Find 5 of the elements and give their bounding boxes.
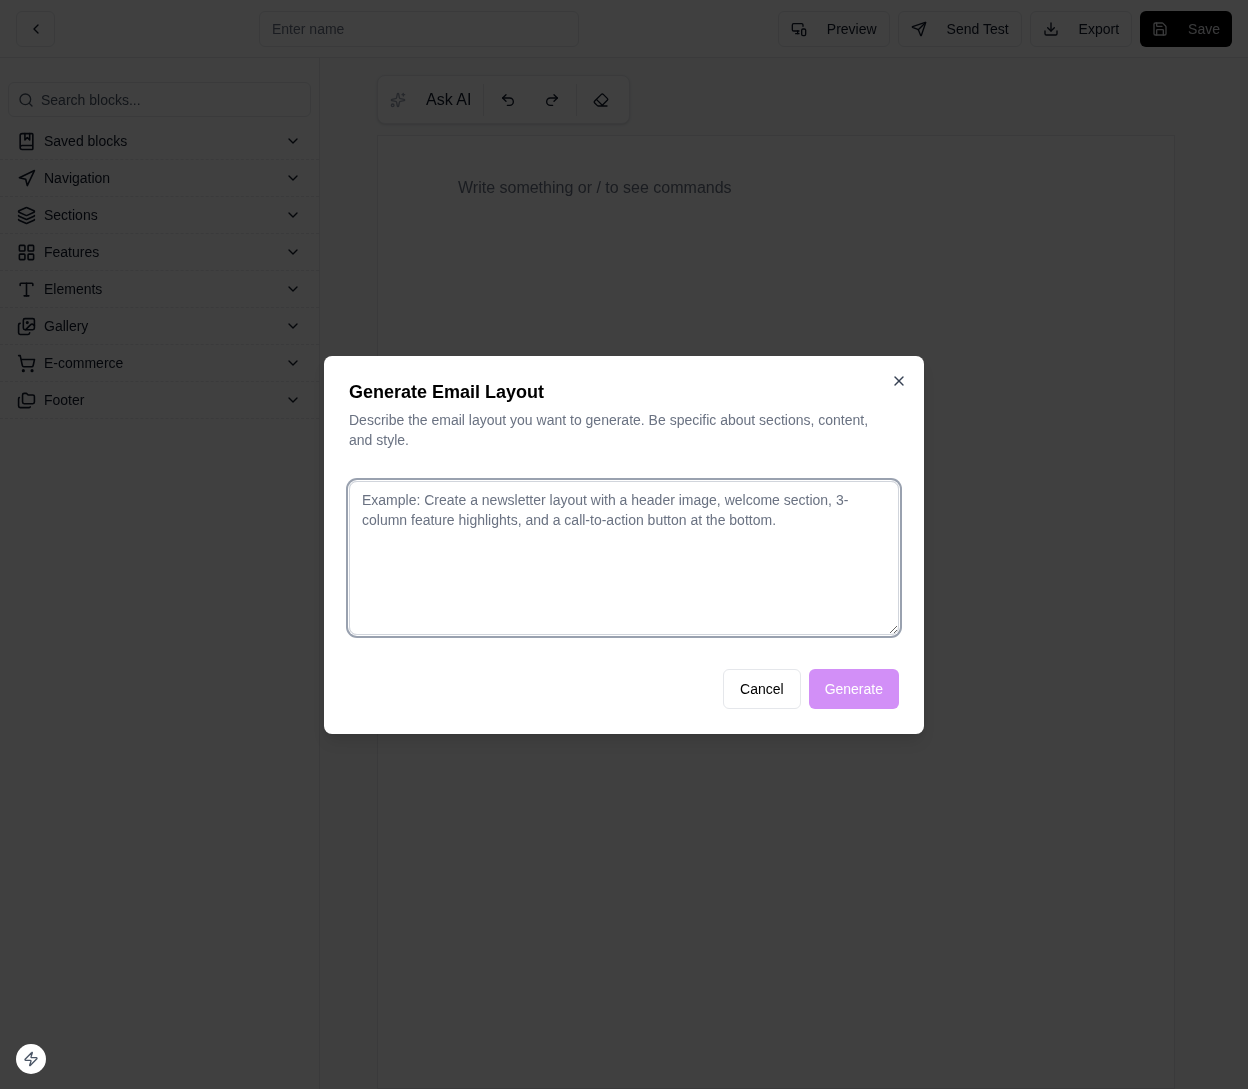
lightning-icon	[23, 1051, 39, 1067]
dialog-description: Describe the email layout you want to generate. Be specific about sections, content, and style.	[349, 410, 870, 450]
cancel-button[interactable]: Cancel	[723, 668, 801, 709]
prompt-field[interactable]: Example: Create a newsletter layout with a header image, welcome section, 3-column feature highlights, and a call-to-action button at the bottom.	[349, 480, 899, 635]
dialog-title: Generate Email Layout	[349, 380, 546, 404]
